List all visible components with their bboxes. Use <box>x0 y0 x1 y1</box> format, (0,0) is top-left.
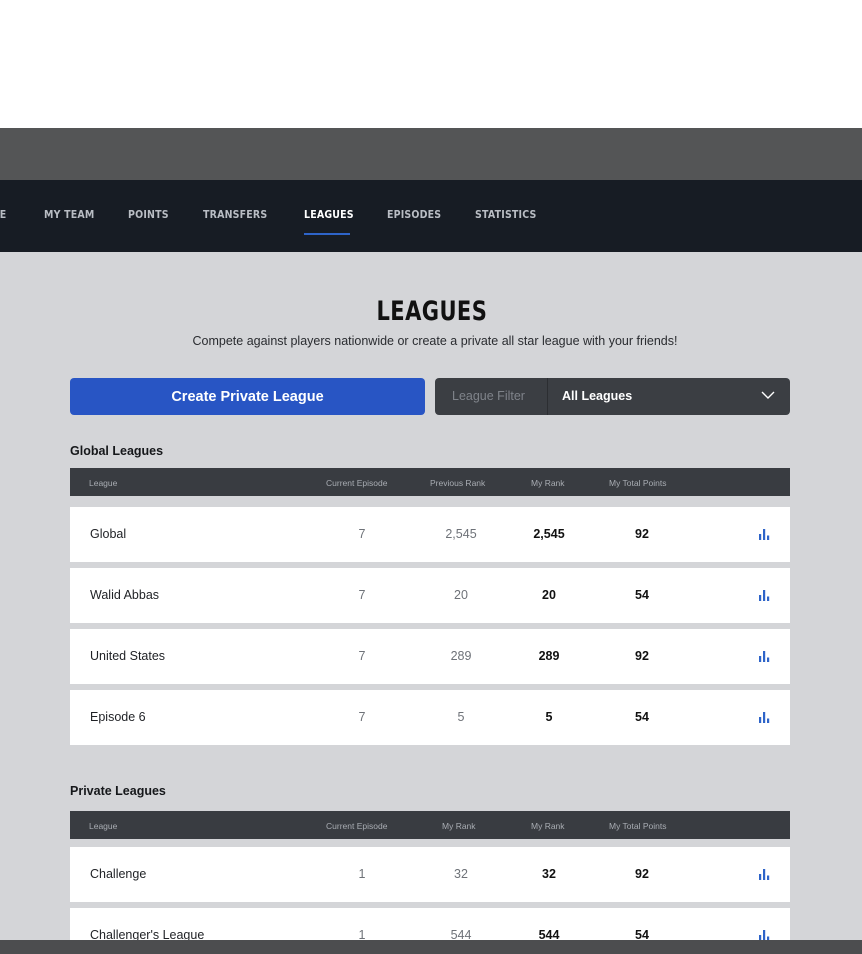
league-name: Global <box>90 527 127 541</box>
nav-item-episodes[interactable]: EPISODES <box>387 208 441 221</box>
global-table-header: League Current Episode Previous Rank My … <box>70 468 790 496</box>
browser-bottom-bar <box>0 940 862 954</box>
column-header-my-rank: My Rank <box>531 821 565 831</box>
my-rank: 2,545 <box>533 527 565 541</box>
bar-chart-icon[interactable] <box>758 589 772 602</box>
previous-rank: 32 <box>454 867 468 881</box>
bar-chart-icon[interactable] <box>758 528 772 541</box>
nav-item-home-partial[interactable]: IE <box>0 208 6 221</box>
league-filter-label: League Filter <box>452 389 525 403</box>
column-header-my-total-points: My Total Points <box>609 478 667 488</box>
nav-item-points[interactable]: POINTS <box>128 208 169 221</box>
my-total-points: 54 <box>635 928 649 940</box>
nav-item-my-team[interactable]: MY TEAM <box>44 208 94 221</box>
table-row[interactable]: United States 7 289 289 92 <box>70 629 790 684</box>
my-rank: 20 <box>542 588 556 602</box>
my-total-points: 92 <box>635 867 649 881</box>
my-total-points: 54 <box>635 588 649 602</box>
page-title: LEAGUES <box>376 296 488 327</box>
nav-item-transfers[interactable]: TRANSFERS <box>203 208 267 221</box>
current-episode: 1 <box>358 867 366 881</box>
previous-rank: 289 <box>450 649 472 663</box>
league-name: Walid Abbas <box>90 588 160 602</box>
column-header-my-rank: My Rank <box>442 821 476 831</box>
table-row[interactable]: Walid Abbas 7 20 20 54 <box>70 568 790 623</box>
bar-chart-icon[interactable] <box>758 711 772 724</box>
global-leagues-title: Global Leagues <box>70 444 164 458</box>
current-episode: 7 <box>358 710 366 724</box>
leagues-page: LEAGUES Compete against players nationwi… <box>0 252 862 940</box>
table-row[interactable]: Episode 6 7 5 5 54 <box>70 690 790 745</box>
my-total-points: 92 <box>635 649 649 663</box>
current-episode: 1 <box>358 928 366 940</box>
current-episode: 7 <box>358 588 366 602</box>
column-header-current-episode: Current Episode <box>326 478 388 488</box>
my-rank: 289 <box>538 649 560 663</box>
filter-divider <box>547 378 548 415</box>
column-header-previous-rank: Previous Rank <box>430 478 486 488</box>
bar-chart-icon[interactable] <box>758 929 772 940</box>
top-blank-area <box>0 0 862 128</box>
nav-active-indicator <box>304 233 350 235</box>
league-name: United States <box>90 649 166 663</box>
private-leagues-title: Private Leagues <box>70 784 166 798</box>
league-name: Episode 6 <box>90 710 146 724</box>
my-total-points: 92 <box>635 527 649 541</box>
current-episode: 7 <box>358 649 366 663</box>
private-table-header: League Current Episode My Rank My Rank M… <box>70 811 790 839</box>
previous-rank: 544 <box>450 928 472 940</box>
nav-item-leagues[interactable]: LEAGUES <box>304 208 354 221</box>
bar-chart-icon[interactable] <box>758 868 772 881</box>
column-header-league: League <box>89 478 118 488</box>
my-rank: 544 <box>538 928 560 940</box>
bar-chart-icon[interactable] <box>758 650 772 663</box>
previous-rank: 20 <box>454 588 468 602</box>
column-header-my-rank: My Rank <box>531 478 565 488</box>
column-header-current-episode: Current Episode <box>326 821 388 831</box>
table-row[interactable]: Challenge 1 32 32 92 <box>70 847 790 902</box>
previous-rank: 2,545 <box>445 527 477 541</box>
browser-top-bar <box>0 128 862 180</box>
chevron-down-icon <box>761 391 775 399</box>
my-rank: 32 <box>542 867 556 881</box>
nav-item-statistics[interactable]: STATISTICS <box>475 208 537 221</box>
my-rank: 5 <box>545 710 553 724</box>
main-nav: IE MY TEAM POINTS TRANSFERS LEAGUES EPIS… <box>0 180 862 252</box>
my-total-points: 54 <box>635 710 649 724</box>
previous-rank: 5 <box>457 710 465 724</box>
create-private-league-button[interactable]: Create Private League <box>70 378 425 415</box>
column-header-league: League <box>89 821 118 831</box>
league-filter-value: All Leagues <box>562 389 633 403</box>
league-filter-dropdown[interactable]: League Filter All Leagues <box>435 378 790 415</box>
league-name: Challenger's League <box>90 928 205 940</box>
league-name: Challenge <box>90 867 147 881</box>
page-subtitle: Compete against players nationwide or cr… <box>192 334 678 348</box>
column-header-my-total-points: My Total Points <box>609 821 667 831</box>
table-row[interactable]: Challenger's League 1 544 544 54 <box>70 908 790 940</box>
table-row[interactable]: Global 7 2,545 2,545 92 <box>70 507 790 562</box>
current-episode: 7 <box>358 527 366 541</box>
